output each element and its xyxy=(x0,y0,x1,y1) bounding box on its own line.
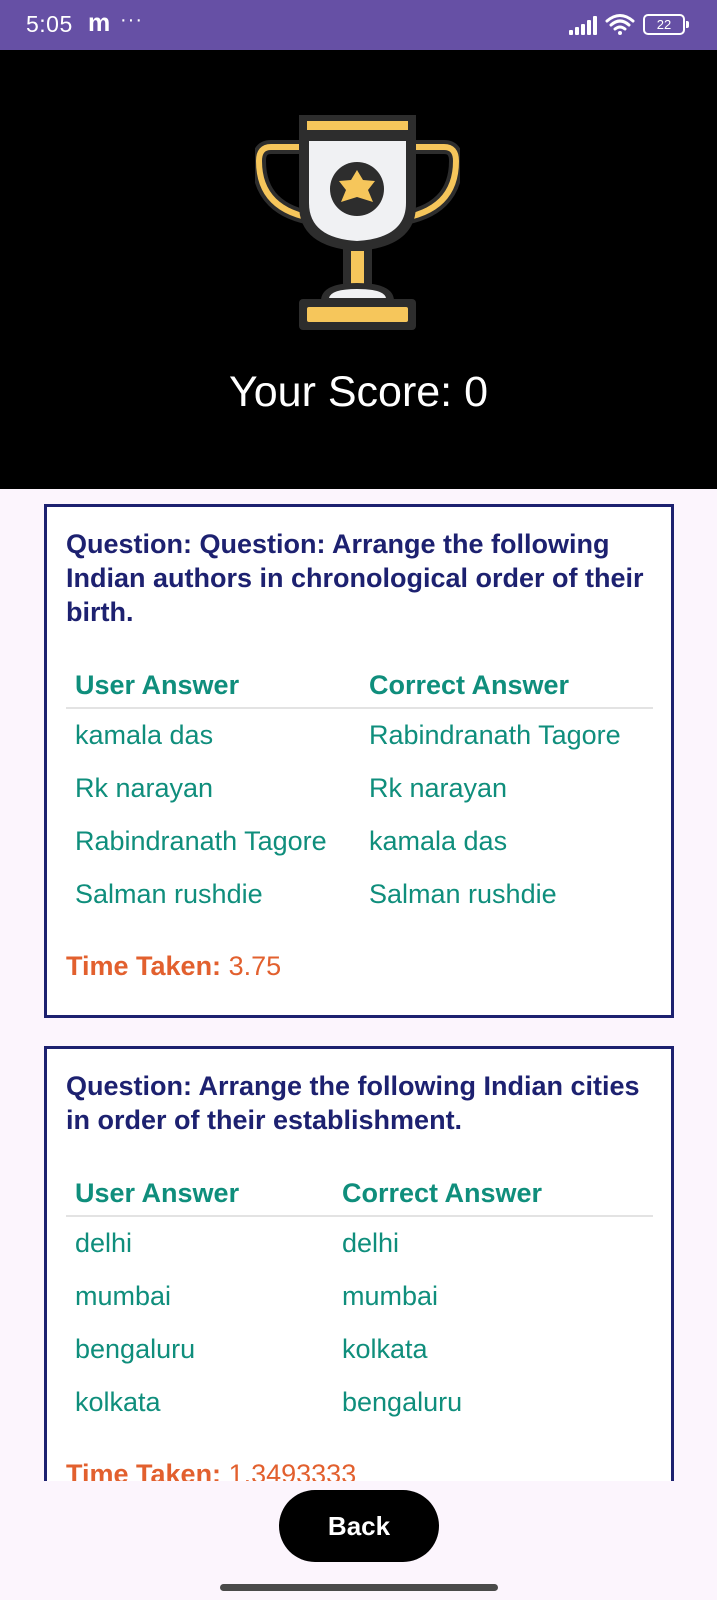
answer-row: bengaluru kolkata xyxy=(66,1323,653,1376)
status-bar: 5:05 m ··· 22 xyxy=(0,0,717,50)
answers-header: User Answer Correct Answer xyxy=(66,1171,653,1217)
answer-row: Rabindranath Tagore kamala das xyxy=(66,815,653,868)
question-text: Question: Arrange the following Indian c… xyxy=(66,1071,640,1135)
time-taken-label: Time Taken: xyxy=(66,1459,222,1481)
answer-row: kamala das Rabindranath Tagore xyxy=(66,709,653,762)
correct-answer: kolkata xyxy=(342,1334,428,1364)
status-time: 5:05 xyxy=(26,11,73,37)
correct-answer-header: Correct Answer xyxy=(342,1177,543,1208)
signal-icon xyxy=(569,15,597,35)
correct-answer: Rabindranath Tagore xyxy=(369,720,621,750)
wifi-icon xyxy=(605,14,635,35)
answer-row: Rk narayan Rk narayan xyxy=(66,762,653,815)
answers-table: User Answer Correct Answer delhi delhi m… xyxy=(66,1171,653,1429)
app-notification-icon: m xyxy=(88,9,111,37)
score-text: Your Score: 0 xyxy=(229,368,488,416)
question-text: Question: Question: Arrange the followin… xyxy=(66,529,644,627)
user-answer: mumbai xyxy=(75,1281,172,1311)
result-card: Question: Arrange the following Indian c… xyxy=(44,1046,674,1481)
results-list[interactable]: Question: Question: Arrange the followin… xyxy=(0,489,717,1481)
user-answer-header: User Answer xyxy=(75,1177,240,1208)
user-answer-header: User Answer xyxy=(75,669,240,700)
correct-answer: bengaluru xyxy=(342,1387,463,1417)
status-icons: 22 xyxy=(569,13,689,35)
correct-answer: Rk narayan xyxy=(369,773,508,803)
time-taken-label: Time Taken: xyxy=(66,951,222,981)
home-indicator[interactable] xyxy=(220,1584,498,1591)
score-header: Your Score: 0 xyxy=(0,50,717,489)
user-answer: kolkata xyxy=(75,1387,161,1417)
correct-answer-header: Correct Answer xyxy=(369,669,570,700)
time-taken-value: 3.75 xyxy=(228,951,282,981)
user-answer: bengaluru xyxy=(75,1334,196,1364)
correct-answer: Salman rushdie xyxy=(369,879,557,909)
user-answer: delhi xyxy=(75,1228,133,1258)
correct-answer: mumbai xyxy=(342,1281,439,1311)
time-taken: Time Taken: 3.75 xyxy=(66,951,653,982)
answer-row: kolkata bengaluru xyxy=(66,1376,653,1429)
answer-row: delhi delhi xyxy=(66,1217,653,1270)
more-notifications-icon: ··· xyxy=(120,9,143,31)
user-answer: Salman rushdie xyxy=(75,879,263,909)
user-answer: kamala das xyxy=(75,720,214,750)
correct-answer: kamala das xyxy=(369,826,508,856)
answers-table: User Answer Correct Answer kamala das Ra… xyxy=(66,663,653,921)
time-taken-value: 1.3493333 xyxy=(228,1459,357,1481)
correct-answer: delhi xyxy=(342,1228,400,1258)
answers-header: User Answer Correct Answer xyxy=(66,663,653,709)
answer-row: Salman rushdie Salman rushdie xyxy=(66,868,653,921)
user-answer: Rk narayan xyxy=(75,773,214,803)
bottom-bar: Back xyxy=(0,1481,717,1600)
trophy-icon xyxy=(255,115,460,330)
back-button[interactable]: Back xyxy=(279,1490,439,1562)
user-answer: Rabindranath Tagore xyxy=(75,826,327,856)
time-taken: Time Taken: 1.3493333 xyxy=(66,1459,653,1481)
result-card: Question: Question: Arrange the followin… xyxy=(44,504,674,1018)
battery-icon: 22 xyxy=(643,14,689,35)
answer-row: mumbai mumbai xyxy=(66,1270,653,1323)
